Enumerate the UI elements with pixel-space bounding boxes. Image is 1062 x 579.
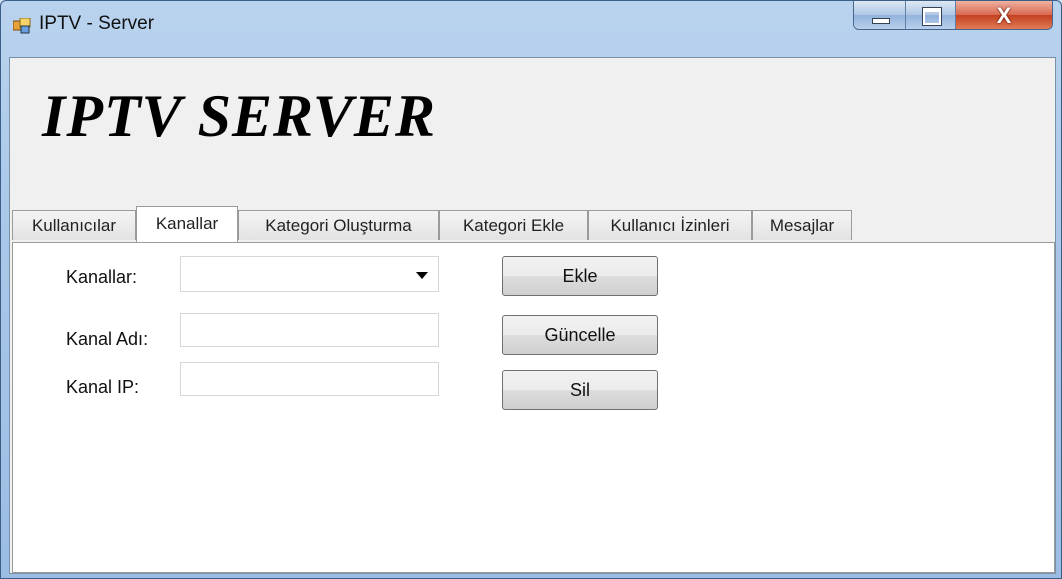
channels-dropdown[interactable] [180, 256, 439, 292]
channels-label: Kanallar: [66, 267, 138, 287]
channel-ip-label: Kanal IP: [66, 377, 140, 397]
tab-kullanici-izinleri[interactable]: Kullanıcı İzinleri [588, 210, 752, 240]
maximize-icon [923, 8, 941, 25]
delete-button[interactable]: Sil [502, 370, 658, 410]
tab-kullanicilar[interactable]: Kullanıcılar [12, 210, 136, 240]
channel-name-input[interactable] [180, 313, 439, 347]
maximize-button[interactable] [906, 1, 956, 29]
tab-mesajlar[interactable]: Mesajlar [752, 210, 852, 240]
minimize-button[interactable] [854, 1, 906, 29]
tab-panel-kanallar: Kanallar: Kanal Adı: Kanal IP: Ekle Günc… [12, 242, 1055, 573]
close-button[interactable]: X [956, 1, 1052, 29]
channel-name-label: Kanal Adı: [66, 329, 149, 349]
windows-form-icon[interactable] [12, 17, 31, 34]
form-client-area: IPTV SERVER Kullanıcılar Kanallar Katego… [9, 57, 1056, 574]
tab-kategori-olusturma[interactable]: Kategori Oluşturma [238, 210, 439, 240]
chevron-down-icon[interactable] [416, 272, 428, 279]
channel-ip-input[interactable] [180, 362, 439, 396]
title-bar[interactable]: IPTV - Server X [1, 1, 1061, 57]
tab-kategori-ekle[interactable]: Kategori Ekle [439, 210, 588, 240]
tab-kanallar[interactable]: Kanallar [136, 206, 238, 242]
close-icon: X [996, 3, 1012, 28]
update-button[interactable]: Güncelle [502, 315, 658, 355]
window-title: IPTV - Server [39, 13, 155, 34]
app-window: IPTV - Server X IPTV SERVER Kullanıcılar… [0, 0, 1062, 579]
add-button[interactable]: Ekle [502, 256, 658, 296]
minimize-icon [872, 18, 890, 24]
page-title: IPTV SERVER [42, 83, 436, 149]
caption-buttons: X [853, 1, 1053, 30]
